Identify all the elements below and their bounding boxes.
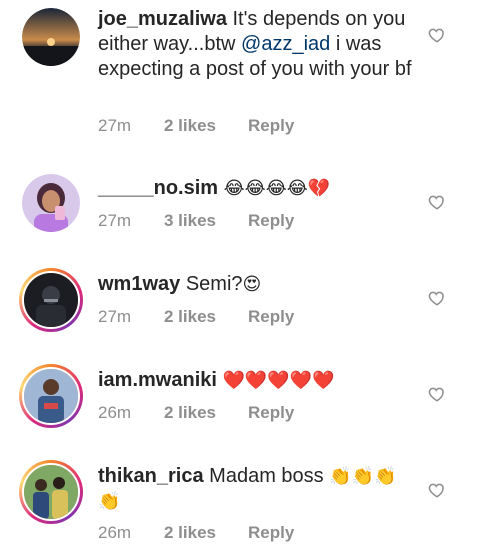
comment-meta: 27m 3 likes Reply	[98, 211, 294, 231]
likes-count[interactable]: 2 likes	[164, 523, 248, 543]
group-photo-avatar	[24, 465, 78, 519]
comment-username[interactable]: joe_muzaliwa	[98, 8, 227, 30]
comment-meta: 26m 2 likes Reply	[98, 523, 294, 543]
comment-body: joe_muzaliwa It's depends on you either …	[98, 7, 418, 82]
comment-emoji: 😂😂😂😂💔	[223, 178, 331, 199]
selfie-avatar	[22, 174, 80, 232]
comment-time: 27m	[98, 307, 132, 326]
likes-count[interactable]: 3 likes	[164, 211, 248, 231]
reply-button[interactable]: Reply	[248, 211, 294, 231]
heart-icon[interactable]	[428, 193, 446, 211]
avatar[interactable]	[22, 174, 80, 232]
likes-count[interactable]: 2 likes	[164, 116, 248, 136]
avatar-image	[22, 463, 80, 521]
dark-photo-avatar	[24, 273, 78, 327]
reply-button[interactable]: Reply	[248, 523, 294, 543]
likes-count[interactable]: 2 likes	[164, 403, 248, 423]
sunset-photo-avatar	[22, 8, 80, 66]
comment-username[interactable]: wm1way	[98, 273, 180, 295]
comment-text: Semi?	[185, 273, 243, 295]
comment-body: _____no.sim 😂😂😂😂💔	[98, 176, 418, 201]
reply-button[interactable]: Reply	[248, 307, 294, 327]
comment-emoji: ❤️❤️❤️❤️❤️	[222, 370, 335, 391]
heart-icon[interactable]	[428, 481, 446, 499]
reply-button[interactable]: Reply	[248, 403, 294, 423]
comment-emoji: 😍	[242, 274, 262, 295]
comment-body: thikan_rica Madam boss 👏👏👏👏	[98, 464, 418, 514]
comment-body: iam.mwaniki ❤️❤️❤️❤️❤️	[98, 368, 418, 393]
avatar-image	[22, 367, 80, 425]
avatar[interactable]	[19, 460, 83, 524]
heart-icon[interactable]	[428, 289, 446, 307]
avatar[interactable]	[22, 8, 80, 66]
comment-text: Madam boss	[209, 465, 324, 487]
comment-time: 26m	[98, 523, 132, 542]
mention-link[interactable]: @azz_iad	[241, 33, 330, 55]
comment-time: 27m	[98, 211, 132, 230]
avatar[interactable]	[19, 364, 83, 428]
comment-body: wm1way Semi?😍	[98, 272, 418, 297]
likes-count[interactable]: 2 likes	[164, 307, 248, 327]
comment-meta: 26m 2 likes Reply	[98, 403, 294, 423]
comment-meta: 27m 2 likes Reply	[98, 307, 294, 327]
person-photo-avatar	[24, 369, 78, 423]
avatar[interactable]	[19, 268, 83, 332]
comment-username[interactable]: thikan_rica	[98, 465, 204, 487]
comment-username[interactable]: iam.mwaniki	[98, 369, 217, 391]
comment-time: 26m	[98, 403, 132, 422]
comment-username[interactable]: _____no.sim	[98, 177, 218, 199]
comment-meta: 27m 2 likes Reply	[98, 116, 294, 136]
heart-icon[interactable]	[428, 26, 446, 44]
heart-icon[interactable]	[428, 385, 446, 403]
comment-time: 27m	[98, 116, 132, 135]
avatar-image	[22, 271, 80, 329]
reply-button[interactable]: Reply	[248, 116, 294, 136]
